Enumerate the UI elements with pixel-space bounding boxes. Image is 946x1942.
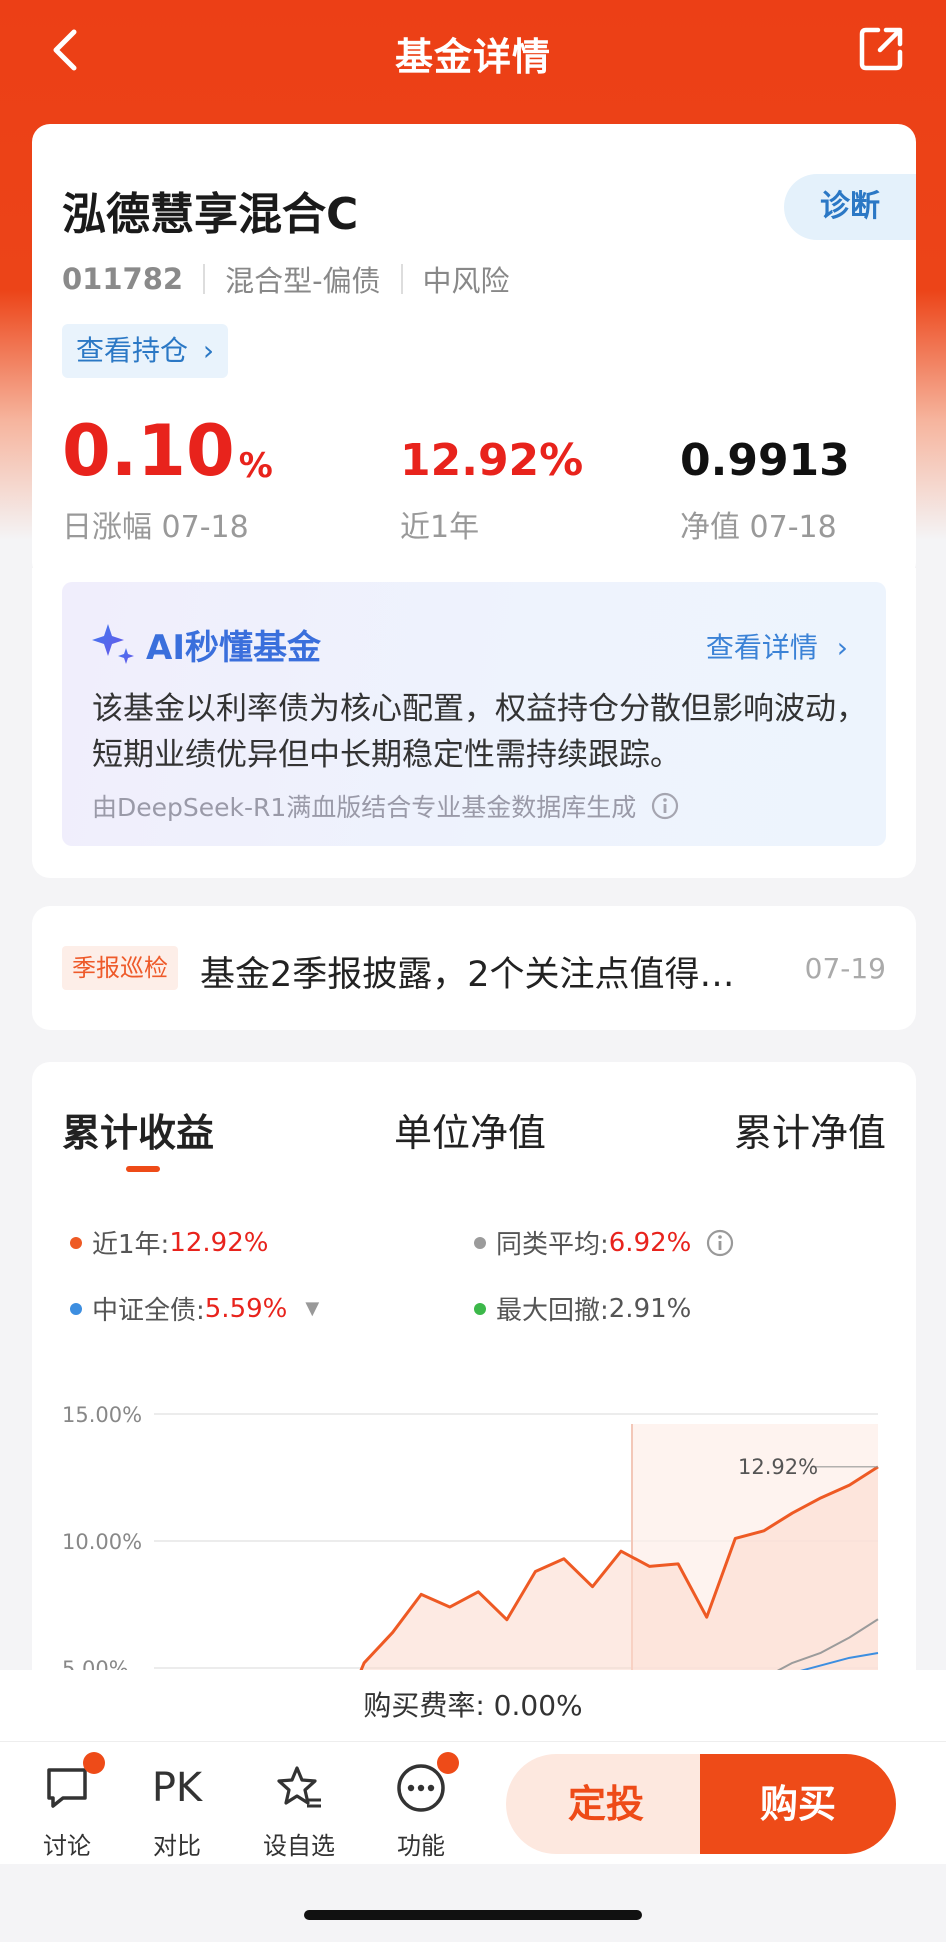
pk-icon: PK (151, 1762, 203, 1814)
ai-footer: 由DeepSeek-R1满血版结合专业基金数据库生成 (92, 788, 680, 824)
legend-drawdown-label: 最大回撤: (496, 1296, 609, 1326)
compare-label: 对比 (153, 1832, 201, 1860)
dropdown-caret-icon: ▼ (305, 1298, 320, 1319)
tab-cumulative-nav[interactable]: 累计净值 (734, 1102, 886, 1157)
sparkle-icon (92, 624, 134, 664)
view-holdings-button[interactable]: 查看持仓 › (62, 324, 229, 378)
news-card[interactable]: 季报巡检 基金2季报披露，2个关注点值得… 07-19 (32, 906, 916, 1030)
discuss-button[interactable]: 讨论 (22, 1752, 112, 1861)
purchase-fee-text: 购买费率: 0.00% (363, 1689, 583, 1722)
bottom-action-bar: 讨论 PK 对比 设自选 功能 定投 购买 (0, 1742, 946, 1864)
buy-button[interactable]: 购买 (700, 1754, 896, 1854)
legend-peer-label: 同类平均: (496, 1230, 609, 1260)
view-holdings-label: 查看持仓 (76, 334, 189, 367)
ai-summary-text: 该基金以利率债为核心配置，权益持仓分散但影响波动，短期业绩优异但中长期稳定性需持… (92, 691, 867, 773)
news-tag: 季报巡检 (62, 946, 178, 990)
legend-fund: 近1年: 12.92% (70, 1224, 268, 1261)
year-return-stat: 12.92% 近1年 (400, 414, 583, 546)
fund-meta: 011782 混合型-偏债 中风险 (62, 258, 510, 300)
nav-bar: 基金详情 (0, 0, 946, 110)
fund-code: 011782 (62, 262, 184, 296)
diagnose-button[interactable]: 诊断 (784, 174, 916, 240)
tab-unit-nav[interactable]: 单位净值 (394, 1102, 546, 1157)
year-return-label: 近1年 (400, 510, 480, 545)
star-list-icon (273, 1762, 325, 1814)
fund-summary-card: 泓德慧享混合C 诊断 011782 混合型-偏债 中风险 查看持仓 › 0.10… (32, 124, 916, 580)
pk-icon-text: PK (151, 1765, 203, 1811)
legend-peer: 同类平均: 6.92% (474, 1224, 735, 1261)
notification-badge (437, 1752, 459, 1774)
legend-peer-value: 6.92% (608, 1227, 692, 1258)
page-title: 基金详情 (394, 35, 551, 79)
divider (203, 264, 206, 294)
share-icon[interactable] (856, 24, 906, 74)
chevron-right-icon: › (202, 334, 215, 367)
end-value-label: 12.92% (738, 1455, 818, 1479)
chat-bubble-icon (41, 1752, 105, 1814)
legend-benchmark[interactable]: 中证全债: 5.59% ▼ (70, 1290, 319, 1327)
nav-stat: 0.9913 净值 07-18 (680, 414, 850, 546)
home-indicator (304, 1910, 642, 1920)
ai-title: AI秒懂基金 (146, 628, 321, 668)
ai-view-details-label: 查看详情 (705, 631, 818, 664)
watchlist-label: 设自选 (263, 1832, 335, 1860)
info-icon[interactable] (650, 791, 680, 821)
legend-benchmark-value: 5.59% (204, 1293, 288, 1324)
legend-fund-value: 12.92% (169, 1227, 269, 1258)
news-date: 07-19 (804, 952, 886, 985)
legend-dot-fund (70, 1236, 82, 1249)
legend-benchmark-label: 中证全债: (92, 1296, 205, 1326)
legend-dot-drawdown (474, 1302, 486, 1315)
fixed-investment-button[interactable]: 定投 (506, 1754, 706, 1854)
legend-drawdown: 最大回撤: 2.91% (474, 1290, 691, 1327)
legend-dot-peer (474, 1236, 486, 1249)
more-functions-icon (395, 1752, 459, 1814)
purchase-fee-bar: 购买费率: 0.00% (0, 1670, 946, 1742)
year-return-value: 12.92% (400, 435, 584, 486)
daily-change-stat: 0.10 % 日涨幅 07-18 (62, 410, 273, 546)
ai-view-details-link[interactable]: 查看详情 › (706, 626, 848, 666)
tab-cumulative-return[interactable]: 累计收益 (62, 1102, 214, 1157)
ai-summary-box[interactable]: AI秒懂基金 查看详情 › 该基金以利率债为核心配置，权益持仓分散但影响波动，短… (62, 582, 886, 846)
fund-type: 混合型-偏债 (225, 264, 381, 298)
legend-drawdown-value: 2.91% (608, 1293, 692, 1324)
notification-badge (83, 1752, 105, 1774)
news-title: 基金2季报披露，2个关注点值得… (200, 955, 735, 995)
active-tab-indicator (126, 1166, 160, 1172)
chevron-right-icon: › (836, 631, 848, 664)
fund-risk: 中风险 (422, 264, 510, 298)
compare-button[interactable]: PK 对比 (132, 1762, 222, 1861)
divider (400, 264, 403, 294)
functions-button[interactable]: 功能 (376, 1752, 466, 1861)
ai-summary-card: AI秒懂基金 查看详情 › 该基金以利率债为核心配置，权益持仓分散但影响波动，短… (32, 568, 916, 878)
nav-label: 净值 07-18 (680, 510, 837, 545)
add-watchlist-button[interactable]: 设自选 (254, 1762, 344, 1861)
legend-fund-label: 近1年: (92, 1230, 170, 1260)
y-tick-label: 15.00% (62, 1403, 142, 1427)
functions-label: 功能 (397, 1832, 445, 1860)
legend-dot-benchmark (70, 1302, 82, 1315)
fund-name: 泓德慧享混合C (62, 189, 359, 240)
info-icon[interactable] (705, 1228, 735, 1258)
performance-chart-card: 累计收益 单位净值 累计净值 近1年: 12.92% 同类平均: 6.92% 中… (32, 1062, 916, 1762)
discuss-label: 讨论 (43, 1832, 91, 1860)
daily-change-value: 0.10 (62, 410, 235, 492)
daily-change-unit: % (238, 446, 273, 486)
daily-change-label: 日涨幅 07-18 (62, 510, 249, 545)
ai-footer-text: 由DeepSeek-R1满血版结合专业基金数据库生成 (92, 793, 637, 822)
nav-value: 0.9913 (680, 435, 850, 486)
y-tick-label: 10.00% (62, 1530, 142, 1554)
